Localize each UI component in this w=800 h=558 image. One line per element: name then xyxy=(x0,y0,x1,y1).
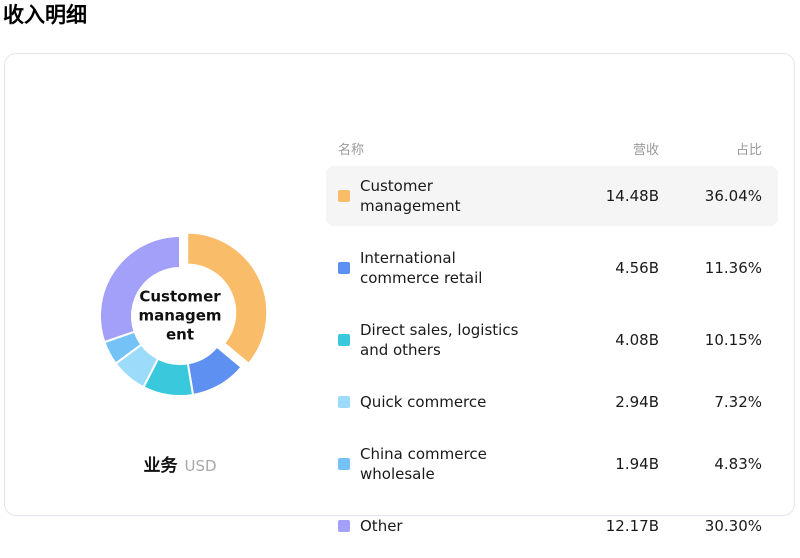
table-body: Customer management 14.48B 36.04% Intern… xyxy=(326,166,778,546)
table-row[interactable]: Quick commerce 2.94B 7.32% xyxy=(326,382,778,422)
series-name: Other xyxy=(360,516,523,536)
chart-footer: 业务 USD xyxy=(143,451,216,476)
header-name: 名称 xyxy=(338,139,527,158)
series-share: 11.36% xyxy=(659,259,762,277)
series-name: China commerce wholesale xyxy=(360,444,523,484)
series-color-swatch xyxy=(338,520,350,532)
table-header-row: 名称 营收 占比 xyxy=(326,138,778,158)
series-color-swatch xyxy=(338,458,350,470)
table-row[interactable]: Other 12.17B 30.30% xyxy=(326,506,778,546)
table-row[interactable]: Customer management 14.48B 36.04% xyxy=(326,166,778,226)
revenue-card: Customer management 业务 USD 名称 营收 占比 Custo… xyxy=(4,53,795,516)
page-title: 收入明细 xyxy=(3,0,87,30)
series-share: 36.04% xyxy=(659,187,762,205)
series-share: 7.32% xyxy=(659,393,762,411)
series-name: Direct sales, logistics and others xyxy=(360,320,523,360)
series-revenue: 4.08B xyxy=(523,331,659,349)
series-share: 4.83% xyxy=(659,455,762,473)
breakdown-table: 名称 营收 占比 Customer management 14.48B 36.0… xyxy=(326,138,778,558)
series-color-swatch xyxy=(338,334,350,346)
series-revenue: 4.56B xyxy=(523,259,659,277)
table-row[interactable]: Direct sales, logistics and others 4.08B… xyxy=(326,310,778,370)
series-color-swatch xyxy=(338,190,350,202)
header-revenue: 营收 xyxy=(527,139,659,158)
series-revenue: 2.94B xyxy=(523,393,659,411)
series-share: 10.15% xyxy=(659,331,762,349)
donut-segment[interactable] xyxy=(188,347,242,395)
header-share: 占比 xyxy=(659,139,762,158)
series-revenue: 14.48B xyxy=(523,187,659,205)
unit-label: USD xyxy=(184,457,216,475)
series-name: Quick commerce xyxy=(360,392,523,412)
series-color-swatch xyxy=(338,396,350,408)
series-color-swatch xyxy=(338,262,350,274)
table-row[interactable]: China commerce wholesale 1.94B 4.83% xyxy=(326,434,778,494)
series-name: Customer management xyxy=(360,176,523,216)
revenue-detail-panel: 收入明细 Customer management 业务 USD 名称 营收 占比 … xyxy=(0,0,800,520)
donut-center-label: Customer management xyxy=(136,288,224,345)
dimension-label: 业务 xyxy=(143,456,177,476)
table-row[interactable]: International commerce retail 4.56B 11.3… xyxy=(326,238,778,298)
series-revenue: 1.94B xyxy=(523,455,659,473)
series-name: International commerce retail xyxy=(360,248,523,288)
